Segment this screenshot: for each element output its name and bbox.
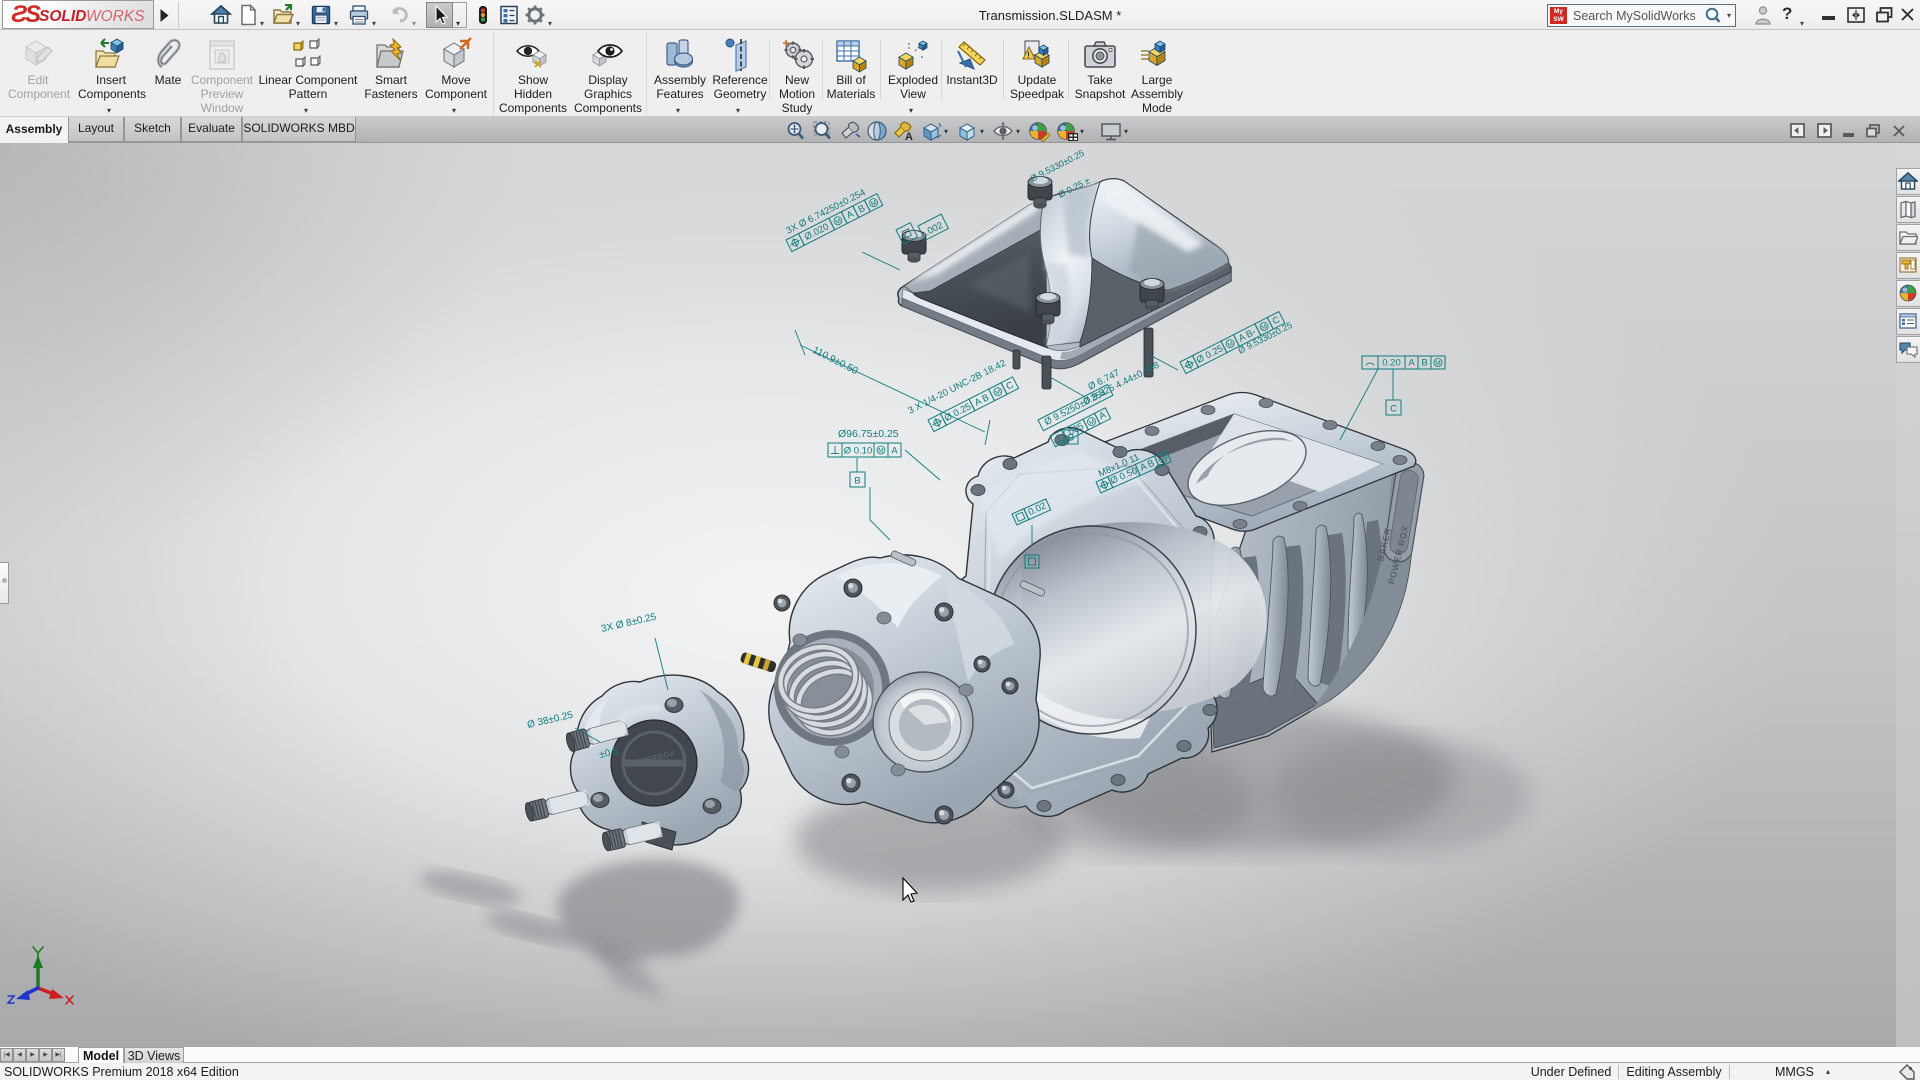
svg-text:SOLID: SOLID: [39, 8, 86, 25]
svg-text:M: M: [878, 448, 883, 455]
svg-text:!: !: [1027, 50, 1030, 60]
svg-text:B: B: [1421, 358, 1427, 369]
svg-text:A: A: [905, 131, 913, 142]
svg-text:C: C: [1390, 404, 1397, 415]
svg-text:A: A: [1408, 358, 1415, 369]
svg-text:0.20: 0.20: [1382, 358, 1401, 369]
svg-text:B: B: [854, 476, 860, 487]
svg-text:WORKS: WORKS: [86, 8, 145, 25]
svg-text:Ø 0.10: Ø 0.10: [844, 446, 873, 457]
svg-text:Ø96.75±0.25: Ø96.75±0.25: [838, 428, 899, 440]
svg-text:B: B: [1068, 433, 1074, 444]
svg-text:ƧS: ƧS: [11, 2, 41, 28]
svg-text:M: M: [1435, 360, 1440, 367]
svg-text:A: A: [891, 446, 898, 457]
